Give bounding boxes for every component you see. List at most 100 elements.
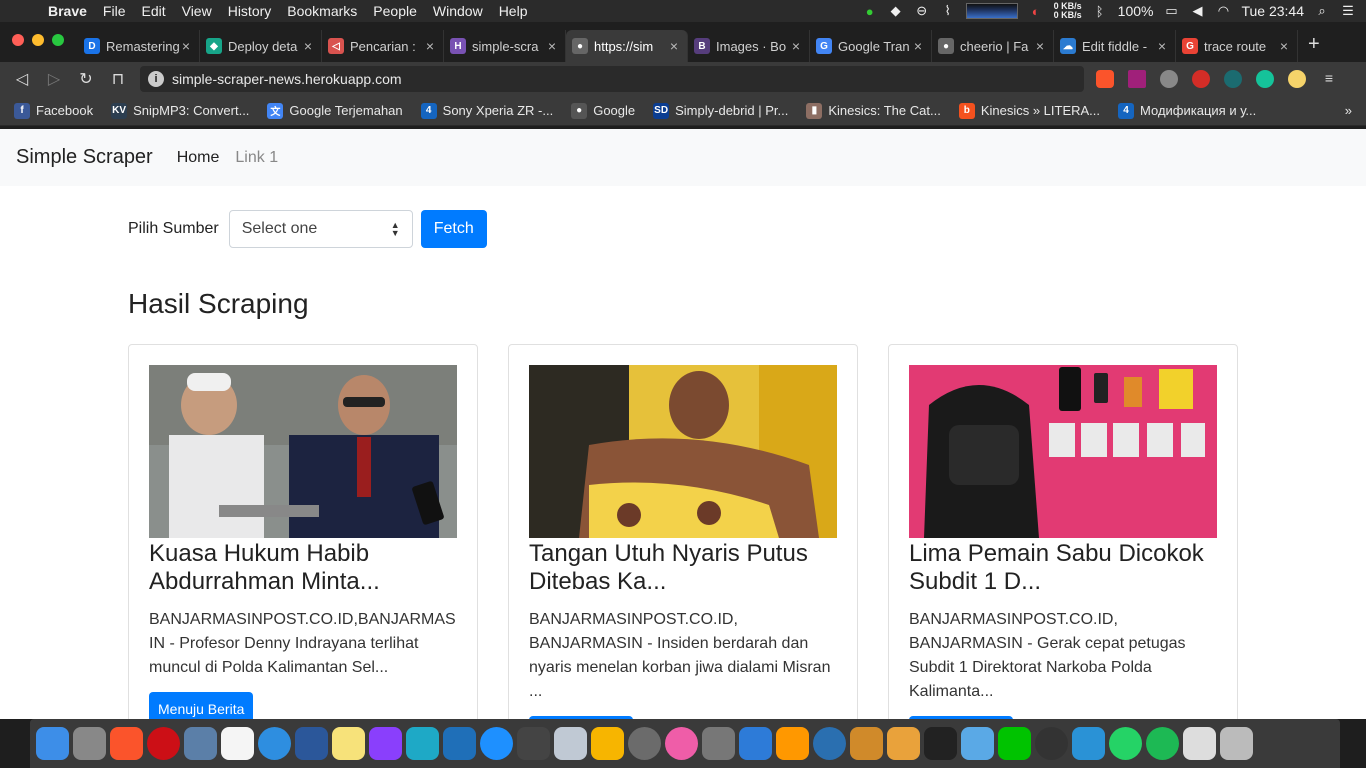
bookmark-icon[interactable]: ⊓ — [102, 69, 134, 89]
menu-edit[interactable]: Edit — [133, 3, 173, 19]
menu-window[interactable]: Window — [425, 3, 491, 19]
motion-icon[interactable] — [628, 727, 661, 760]
bookmark-item[interactable]: SD Simply-debrid | Pr... — [653, 102, 788, 119]
bluetooth-icon[interactable]: ᛒ — [1092, 4, 1108, 19]
torrent-icon[interactable] — [1183, 727, 1216, 760]
disk-indicator-icon[interactable]: ◐ — [1028, 4, 1044, 19]
bookmark-item[interactable]: ▮ Kinesics: The Cat... — [806, 102, 941, 119]
trash-icon[interactable] — [1220, 727, 1253, 760]
bookmark-item[interactable]: KV SnipMP3: Convert... — [111, 102, 249, 119]
photo-icon[interactable] — [850, 727, 883, 760]
menu-people[interactable]: People — [365, 3, 425, 19]
sublime-text-icon[interactable] — [776, 727, 809, 760]
vscode-icon[interactable] — [443, 727, 476, 760]
dropbox-icon[interactable]: ◆ — [888, 3, 904, 19]
close-tab-icon[interactable]: × — [1155, 38, 1169, 54]
address-bar[interactable]: i simple-scraper-news.herokuapp.com — [140, 66, 1084, 92]
browser-tab[interactable]: ◁ Pencarian : × — [322, 30, 444, 62]
menu-help[interactable]: Help — [491, 3, 536, 19]
keynote-icon[interactable] — [739, 727, 772, 760]
browser-tab[interactable]: ◆ Deploy deta × — [200, 30, 322, 62]
menu-app-name[interactable]: Brave — [40, 3, 95, 19]
database-icon[interactable] — [887, 727, 920, 760]
extension-lastpass-icon[interactable] — [1192, 70, 1210, 88]
close-tab-icon[interactable]: × — [179, 38, 193, 54]
news-thumbnail-2[interactable] — [529, 365, 837, 538]
minimize-window-button[interactable] — [32, 34, 44, 46]
sketch-icon[interactable] — [591, 727, 624, 760]
preview-icon[interactable] — [184, 727, 217, 760]
terminal-icon[interactable] — [924, 727, 957, 760]
browser-tab[interactable]: ☁ Edit fiddle - × — [1054, 30, 1176, 62]
network-utility-icon[interactable] — [813, 727, 846, 760]
extension-target-icon[interactable] — [1160, 70, 1178, 88]
obs-icon[interactable] — [1035, 727, 1068, 760]
bookmark-item[interactable]: ● Google — [571, 102, 635, 119]
bookmark-item[interactable]: b Kinesics » LITERA... — [958, 102, 1100, 119]
calendar-icon[interactable] — [221, 727, 254, 760]
close-tab-icon[interactable]: × — [423, 38, 437, 54]
app-store-icon[interactable] — [480, 727, 513, 760]
news-thumbnail-1[interactable] — [149, 365, 457, 538]
read-news-button[interactable]: Menuju Berita — [149, 692, 254, 719]
news-title[interactable]: Tangan Utuh Nyaris Putus Ditebas Ka... — [529, 540, 837, 596]
site-brand[interactable]: Simple Scraper — [16, 146, 153, 169]
mail-icon[interactable] — [554, 727, 587, 760]
back-icon[interactable]: ◁ — [6, 69, 38, 89]
clock[interactable]: Tue 23:44 — [1241, 3, 1304, 19]
reload-icon[interactable]: ↻ — [70, 69, 102, 89]
brave-icon[interactable] — [110, 727, 143, 760]
wifi-icon[interactable]: ◠ — [1215, 3, 1231, 19]
browser-tab[interactable]: ● cheerio | Fa × — [932, 30, 1054, 62]
network-graph-icon[interactable] — [965, 3, 1018, 19]
line-app-icon[interactable] — [998, 727, 1031, 760]
line-status-icon[interactable]: ● — [862, 4, 878, 19]
extension-react-icon[interactable] — [1224, 70, 1242, 88]
do-not-disturb-icon[interactable]: ⊖ — [914, 3, 930, 19]
browser-menu-icon[interactable]: ≡ — [1320, 70, 1338, 88]
browser-tab[interactable]: D Remastering × — [78, 30, 200, 62]
news-title[interactable]: Lima Pemain Sabu Dicokok Subdit 1 D... — [909, 540, 1217, 596]
wunderlist-icon[interactable] — [1072, 727, 1105, 760]
browser-tab[interactable]: G Google Tran × — [810, 30, 932, 62]
folder-icon[interactable] — [961, 727, 994, 760]
browser-tab[interactable]: B Images · Bo × — [688, 30, 810, 62]
forward-icon[interactable]: ▷ — [38, 69, 70, 89]
bookmarks-overflow-button[interactable]: » — [1345, 103, 1366, 118]
menu-bookmarks[interactable]: Bookmarks — [279, 3, 365, 19]
volume-icon[interactable]: ◀ — [1189, 3, 1205, 19]
finder-icon[interactable] — [36, 727, 69, 760]
spotify-icon[interactable] — [1146, 727, 1179, 760]
close-window-button[interactable] — [12, 34, 24, 46]
menu-view[interactable]: View — [174, 3, 220, 19]
bookmark-item[interactable]: 4 Sony Xperia ZR -... — [420, 102, 553, 119]
menu-file[interactable]: File — [95, 3, 134, 19]
brave-shields-icon[interactable] — [1096, 70, 1114, 88]
grammarly-icon[interactable] — [1256, 70, 1274, 88]
battery-percent[interactable]: 100% — [1118, 3, 1154, 19]
webstorm-icon[interactable] — [406, 727, 439, 760]
opera-icon[interactable] — [147, 727, 180, 760]
final-cut-icon[interactable] — [517, 727, 550, 760]
site-info-icon[interactable]: i — [148, 71, 164, 87]
brave-rewards-icon[interactable] — [1128, 70, 1146, 88]
bookmark-item[interactable]: 文 Google Terjemahan — [267, 102, 403, 119]
close-tab-icon[interactable]: × — [1277, 38, 1291, 54]
notes-icon[interactable] — [332, 727, 365, 760]
paperclip-icon[interactable]: ⌇ — [940, 3, 956, 19]
source-select[interactable]: Select one ▲ ▼ — [228, 210, 413, 248]
launchpad-icon[interactable] — [73, 727, 106, 760]
close-tab-icon[interactable]: × — [789, 38, 803, 54]
profile-avatar-icon[interactable] — [1288, 70, 1306, 88]
phpstorm-icon[interactable] — [369, 727, 402, 760]
notification-center-icon[interactable]: ☰ — [1340, 3, 1356, 19]
nav-link-1[interactable]: Link 1 — [235, 149, 278, 167]
browser-tab[interactable]: Hsimple-scra × — [444, 30, 566, 62]
safari-icon[interactable] — [258, 727, 291, 760]
nav-link-home[interactable]: Home — [177, 149, 220, 167]
itunes-icon[interactable] — [665, 727, 698, 760]
bookmark-item[interactable]: f Facebook — [14, 102, 93, 119]
news-title[interactable]: Kuasa Hukum Habib Abdurrahman Minta... — [149, 540, 457, 596]
menu-history[interactable]: History — [220, 3, 280, 19]
close-tab-icon[interactable]: × — [1033, 38, 1047, 54]
